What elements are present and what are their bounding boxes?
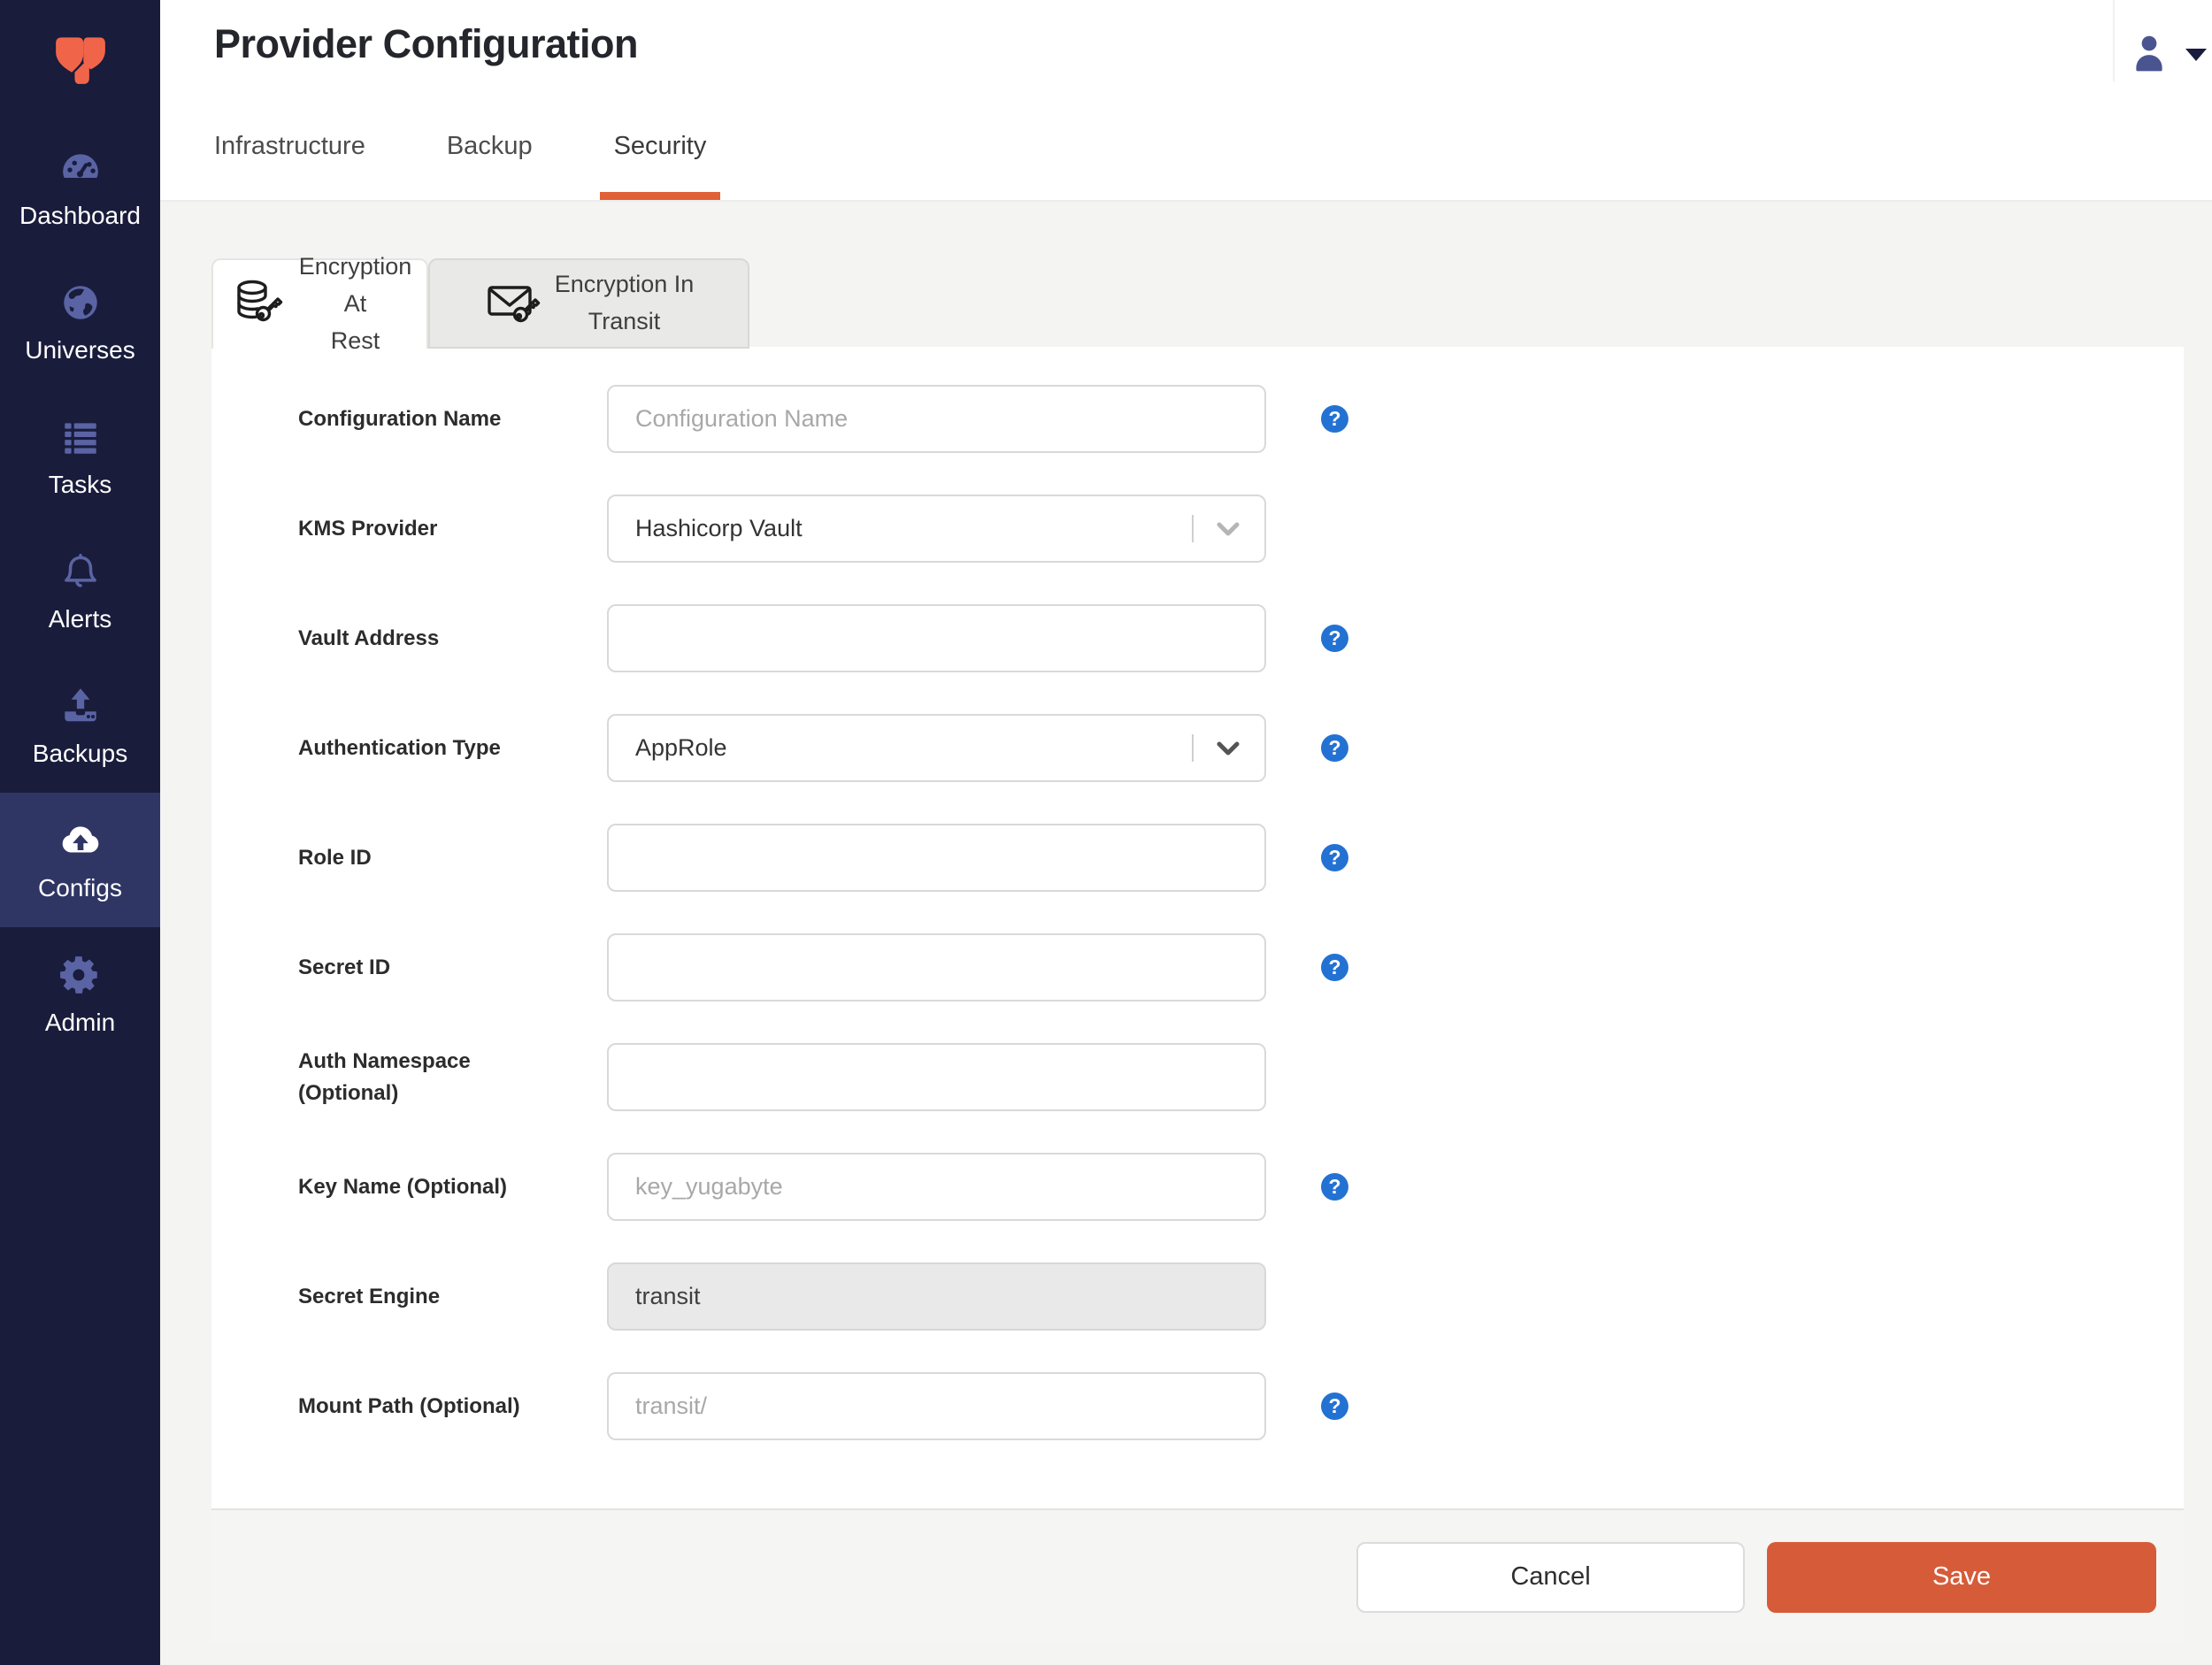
field-label: Auth Namespace (Optional)	[298, 1048, 471, 1105]
field-label: Key Name (Optional)	[298, 1174, 508, 1199]
tab-encryption-at-rest[interactable]: Encryption At Rest	[211, 253, 428, 354]
field-label: Vault Address	[298, 625, 440, 650]
sidebar-item-admin[interactable]: Admin	[0, 927, 160, 1062]
form-row: Authentication Type AppRole ?	[298, 714, 2184, 782]
svg-text:?: ?	[1328, 407, 1340, 430]
help-icon[interactable]: ?	[1321, 405, 1348, 433]
sidebar-item-tasks[interactable]: Tasks	[0, 389, 160, 524]
select-divider	[1192, 515, 1194, 542]
content-area: Encryption At Rest Encryption In Transit…	[160, 202, 2212, 1665]
chevron-down-icon	[1211, 732, 1245, 765]
configuration-name-input[interactable]	[607, 385, 1266, 453]
subtab-label: Encryption In Transit	[554, 271, 695, 334]
svg-text:?: ?	[1328, 736, 1340, 759]
admin-gear-icon	[58, 953, 103, 997]
vault-address-input[interactable]	[607, 604, 1266, 672]
secret-engine-input	[607, 1262, 1266, 1331]
secret-id-input[interactable]	[607, 933, 1266, 1001]
universes-globe-icon	[58, 280, 103, 325]
sidebar-item-label: Admin	[44, 1008, 116, 1036]
alerts-bell-icon	[58, 549, 103, 594]
form-row: Mount Path (Optional) ?	[298, 1372, 2184, 1440]
help-icon[interactable]: ?	[1321, 1173, 1348, 1201]
encryption-subtabs: Encryption At Rest Encryption In Transit	[211, 253, 749, 354]
save-button[interactable]: Save	[1767, 1541, 2156, 1613]
role-id-input[interactable]	[607, 824, 1266, 892]
field-label: Secret ID	[298, 955, 391, 979]
sidebar-item-label: Alerts	[48, 604, 112, 633]
form-row: Vault Address ?	[298, 604, 2184, 672]
user-menu[interactable]	[2129, 32, 2207, 77]
help-icon[interactable]: ?	[1321, 625, 1348, 652]
field-label: Configuration Name	[298, 406, 502, 431]
form-row: Configuration Name ?	[298, 385, 2184, 453]
key-name-input[interactable]	[607, 1153, 1266, 1221]
kms-provider-select[interactable]: Hashicorp Vault	[607, 495, 1266, 563]
field-label: KMS Provider	[298, 516, 438, 541]
tab-security[interactable]: Security	[599, 132, 721, 200]
tab-infrastructure[interactable]: Infrastructure	[214, 132, 365, 200]
select-divider	[1192, 734, 1194, 762]
selected-value: Hashicorp Vault	[635, 515, 803, 541]
svg-text:?: ?	[1328, 1394, 1340, 1417]
cancel-button[interactable]: Cancel	[1356, 1541, 1745, 1613]
svg-text:?: ?	[1328, 1175, 1340, 1198]
form-row: Secret Engine	[298, 1262, 2184, 1331]
page-title: Provider Configuration	[214, 21, 639, 66]
help-icon[interactable]: ?	[1321, 954, 1348, 981]
sidebar-item-label: Dashboard	[19, 201, 141, 229]
main-area: Provider Configuration Infrastructure Ba…	[160, 0, 2212, 1665]
help-icon[interactable]: ?	[1321, 1393, 1348, 1420]
form-row: Role ID ?	[298, 824, 2184, 892]
caret-down-icon	[2185, 48, 2207, 61]
sidebar: Dashboard Universes Tasks Alerts Backups…	[0, 0, 160, 1665]
sidebar-item-label: Universes	[25, 335, 135, 364]
field-label: Mount Path (Optional)	[298, 1393, 520, 1418]
tab-backup[interactable]: Backup	[447, 132, 533, 200]
sidebar-item-backups[interactable]: Backups	[0, 658, 160, 793]
sidebar-item-universes[interactable]: Universes	[0, 255, 160, 389]
page-header: Provider Configuration Infrastructure Ba…	[160, 0, 2212, 202]
selected-value: AppRole	[635, 734, 727, 761]
sidebar-item-label: Backups	[32, 739, 128, 767]
form-row: Secret ID ?	[298, 933, 2184, 1001]
form-row: KMS Provider Hashicorp Vault	[298, 495, 2184, 563]
field-label: Secret Engine	[298, 1284, 441, 1308]
chevron-down-icon	[1211, 512, 1245, 546]
sidebar-item-configs[interactable]: Configs	[0, 793, 160, 927]
sidebar-nav: Dashboard Universes Tasks Alerts Backups…	[0, 120, 160, 1062]
yugabyte-logo[interactable]	[0, 0, 160, 96]
subtab-label: Encryption At Rest	[298, 253, 412, 354]
svg-text:?: ?	[1328, 626, 1340, 649]
sidebar-item-label: Configs	[38, 873, 122, 902]
sidebar-item-dashboard[interactable]: Dashboard	[0, 120, 160, 255]
field-label: Authentication Type	[298, 735, 501, 760]
svg-text:?: ?	[1328, 955, 1340, 978]
app-window: Dashboard Universes Tasks Alerts Backups…	[0, 0, 2212, 1665]
mount-path-input[interactable]	[607, 1372, 1266, 1440]
sidebar-item-alerts[interactable]: Alerts	[0, 524, 160, 658]
database-key-icon	[228, 276, 285, 333]
user-icon	[2129, 32, 2170, 77]
form-row: Key Name (Optional) ?	[298, 1153, 2184, 1221]
header-divider	[2113, 0, 2115, 81]
help-icon[interactable]: ?	[1321, 844, 1348, 871]
svg-text:?: ?	[1328, 846, 1340, 869]
backups-upload-icon	[58, 684, 103, 728]
tasks-list-icon	[58, 415, 103, 459]
form-row: Auth Namespace (Optional)	[298, 1043, 2184, 1111]
sidebar-item-label: Tasks	[48, 470, 112, 498]
field-label: Role ID	[298, 845, 372, 870]
configs-cloud-upload-icon	[58, 818, 103, 863]
dashboard-gauge-icon	[58, 146, 103, 190]
form-footer: Cancel Save	[211, 1508, 2184, 1644]
help-icon[interactable]: ?	[1321, 734, 1348, 762]
auth-namespace-input[interactable]	[607, 1043, 1266, 1111]
kms-config-form: Configuration Name ? KMS Provider Hashic…	[211, 347, 2184, 1508]
authentication-type-select[interactable]: AppRole	[607, 714, 1266, 782]
tab-bar: Infrastructure Backup Security	[214, 132, 787, 200]
kms-config-panel: Configuration Name ? KMS Provider Hashic…	[211, 347, 2184, 1644]
tab-encryption-in-transit[interactable]: Encryption In Transit	[428, 258, 749, 349]
envelope-key-icon	[484, 275, 541, 332]
